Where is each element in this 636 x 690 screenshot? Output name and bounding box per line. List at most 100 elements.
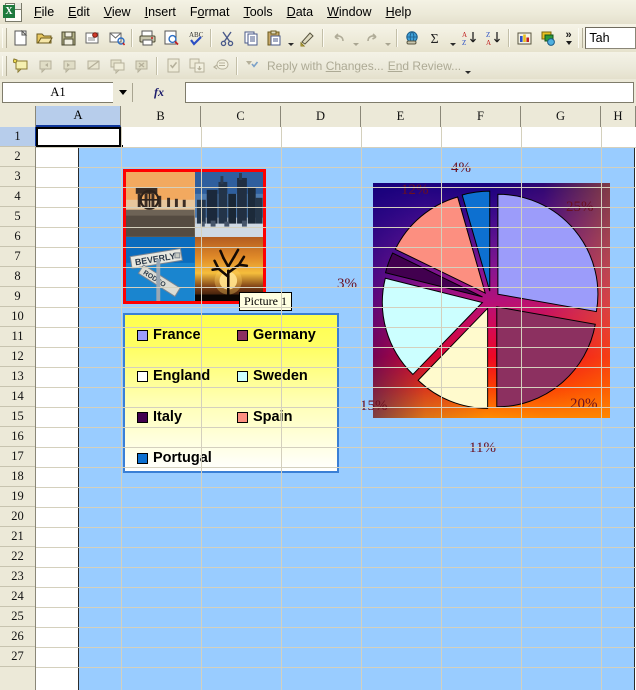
name-box-chevron-down-icon[interactable] <box>113 81 132 104</box>
row-header-27[interactable]: 27 <box>0 647 35 667</box>
print-preview-icon[interactable] <box>161 27 183 49</box>
sheet-cells[interactable]: BEVERLY RODEO Picture 1 France Germany E… <box>36 127 636 690</box>
spelling-icon[interactable]: ABC <box>185 27 207 49</box>
row-header-26[interactable]: 26 <box>0 627 35 647</box>
paste-clipboard-icon[interactable] <box>264 27 286 49</box>
row-header-16[interactable]: 16 <box>0 427 35 447</box>
column-header-a[interactable]: A <box>36 106 121 127</box>
column-header-c[interactable]: C <box>201 106 281 127</box>
legend-item-sweden[interactable]: Sweden <box>237 368 337 384</box>
undo-icon[interactable] <box>328 27 350 49</box>
open-folder-icon[interactable] <box>34 27 56 49</box>
next-comment-icon[interactable] <box>58 55 80 77</box>
active-cell-a1[interactable] <box>36 127 121 147</box>
undo-chevron-down-icon[interactable] <box>351 24 360 52</box>
font-name-input[interactable]: Tah <box>585 27 636 49</box>
paste-options-chevron-down-icon[interactable] <box>287 24 296 52</box>
create-task-icon[interactable] <box>162 55 184 77</box>
menu-insert[interactable]: Insert <box>138 2 183 22</box>
sort-ascending-icon[interactable]: AZ <box>458 27 480 49</box>
reviewing-toolbar-grip[interactable] <box>2 55 7 76</box>
row-header-19[interactable]: 19 <box>0 487 35 507</box>
toolbar-options-overflow-button[interactable]: » <box>561 25 577 51</box>
row-header-12[interactable]: 12 <box>0 347 35 367</box>
pie-chart-svg[interactable] <box>373 183 610 418</box>
row-header-1[interactable]: 1 <box>0 127 37 147</box>
hide-comment-icon[interactable] <box>82 55 104 77</box>
legend-item-italy[interactable]: Italy <box>137 409 237 425</box>
save-floppy-icon[interactable] <box>58 27 80 49</box>
row-header-22[interactable]: 22 <box>0 547 35 567</box>
row-header-24[interactable]: 24 <box>0 587 35 607</box>
column-header-d[interactable]: D <box>281 106 361 127</box>
menu-window[interactable]: Window <box>320 2 378 22</box>
reply-with-changes-button[interactable]: Reply with Changes... <box>265 59 386 73</box>
drawing-icon[interactable] <box>538 27 560 49</box>
row-header-20[interactable]: 20 <box>0 507 35 527</box>
row-header-8[interactable]: 8 <box>0 267 35 287</box>
cut-scissors-icon[interactable] <box>216 27 238 49</box>
permission-icon[interactable] <box>81 27 103 49</box>
autosum-chevron-down-icon[interactable] <box>448 24 457 52</box>
row-header-23[interactable]: 23 <box>0 567 35 587</box>
row-header-13[interactable]: 13 <box>0 367 35 387</box>
copy-icon[interactable] <box>240 27 262 49</box>
autosum-sigma-icon[interactable]: Σ <box>426 27 448 49</box>
menu-view[interactable]: View <box>97 2 138 22</box>
column-header-e[interactable]: E <box>361 106 441 127</box>
row-header-6[interactable]: 6 <box>0 227 35 247</box>
row-header-9[interactable]: 9 <box>0 287 35 307</box>
hyperlink-globe-icon[interactable] <box>402 27 424 49</box>
redo-icon[interactable] <box>361 27 383 49</box>
row-header-25[interactable]: 25 <box>0 607 35 627</box>
row-header-5[interactable]: 5 <box>0 207 35 227</box>
menu-tools[interactable]: Tools <box>236 2 279 22</box>
legend-item-germany[interactable]: Germany <box>237 327 337 343</box>
chart-legend[interactable]: France Germany England Italy Spain Portu… <box>123 313 339 473</box>
sort-descending-icon[interactable]: ZA <box>482 27 504 49</box>
row-header-10[interactable]: 10 <box>0 307 35 327</box>
menu-help[interactable]: Help <box>379 2 419 22</box>
select-all-corner-button[interactable] <box>0 106 36 127</box>
row-header-18[interactable]: 18 <box>0 467 35 487</box>
column-header-g[interactable]: G <box>521 106 601 127</box>
font-toolbar-grip[interactable] <box>578 28 584 48</box>
format-painter-icon[interactable] <box>297 27 319 49</box>
row-header-15[interactable]: 15 <box>0 407 35 427</box>
chart-wizard-icon[interactable] <box>514 27 536 49</box>
delete-comment-icon[interactable] <box>130 55 152 77</box>
legend-item-spain[interactable]: Spain <box>237 409 337 425</box>
redo-chevron-down-icon[interactable] <box>384 24 393 52</box>
email-icon[interactable] <box>105 27 127 49</box>
menu-data[interactable]: Data <box>280 2 320 22</box>
column-header-h[interactable]: H <box>601 106 636 127</box>
menu-file[interactable]: FFileile <box>27 2 61 22</box>
insert-function-icon[interactable]: fx <box>133 85 185 100</box>
pie-slice-germany[interactable] <box>496 306 596 408</box>
row-header-17[interactable]: 17 <box>0 447 35 467</box>
toolbar-grip[interactable] <box>2 28 7 48</box>
print-icon[interactable] <box>137 27 159 49</box>
row-header-11[interactable]: 11 <box>0 327 35 347</box>
legend-item-england[interactable]: England <box>137 368 237 384</box>
reviewing-toolbar-overflow-icon[interactable] <box>463 52 472 80</box>
new-document-icon[interactable] <box>10 27 32 49</box>
column-header-f[interactable]: F <box>441 106 521 127</box>
new-comment-icon[interactable] <box>10 55 32 77</box>
update-file-icon[interactable] <box>186 55 208 77</box>
show-all-comments-icon[interactable] <box>106 55 128 77</box>
menu-edit[interactable]: Edit <box>61 2 97 22</box>
column-header-b[interactable]: B <box>121 106 201 127</box>
row-header-7[interactable]: 7 <box>0 247 35 267</box>
formula-input[interactable] <box>185 82 634 103</box>
menu-format[interactable]: Format <box>183 2 237 22</box>
row-header-3[interactable]: 3 <box>0 167 35 187</box>
name-box[interactable]: A1 <box>2 82 113 103</box>
row-header-2[interactable]: 2 <box>0 147 35 167</box>
legend-item-portugal[interactable]: Portugal <box>137 450 241 466</box>
row-header-4[interactable]: 4 <box>0 187 35 207</box>
pie-plot-area[interactable] <box>373 183 610 418</box>
previous-comment-icon[interactable] <box>34 55 56 77</box>
end-review-button[interactable]: End Review... <box>386 59 463 73</box>
mail-recipient-icon[interactable] <box>210 55 232 77</box>
